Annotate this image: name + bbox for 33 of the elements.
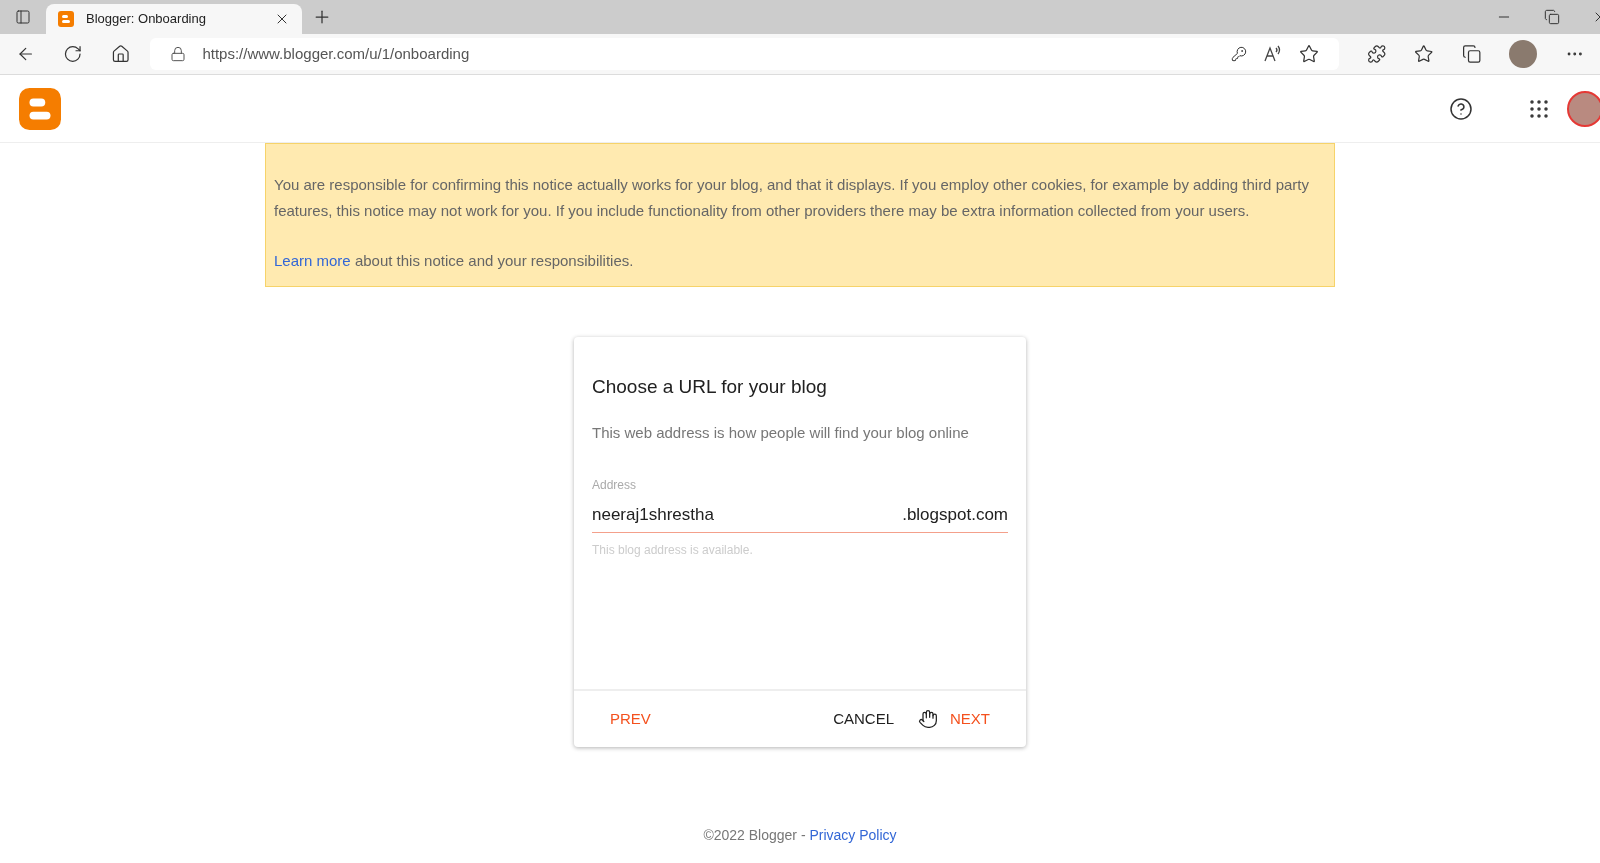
address-field[interactable]: neeraj1shrestha .blogspot.com xyxy=(592,502,1008,533)
copyright-text: ©2022 Blogger - xyxy=(703,827,806,843)
collections-icon[interactable] xyxy=(1461,44,1482,64)
dialog-button[interactable]: CANCEL xyxy=(821,699,906,739)
reload-icon[interactable] xyxy=(63,44,83,64)
favorite-icon[interactable] xyxy=(1298,44,1319,64)
extensions-icon[interactable] xyxy=(1366,44,1387,64)
help-icon[interactable] xyxy=(1449,96,1473,121)
restore-icon[interactable] xyxy=(1544,9,1560,25)
notice-text: You are responsible for confirming this notice actually works for your blog, and that it displays. If you employ other cookies, for example by adding third party features, this notice may not work for you. If you include functionality from other providers there may be extra information collected from your users. xyxy=(274,175,1310,221)
lock-icon xyxy=(170,46,187,62)
read-aloud-icon[interactable] xyxy=(1262,44,1283,64)
privacy-policy-link[interactable]: Privacy Policy xyxy=(809,827,897,843)
learn-more-link[interactable]: Learn more xyxy=(274,252,351,269)
profile-avatar[interactable] xyxy=(1509,40,1537,68)
blogger-logo-icon[interactable] xyxy=(19,87,61,130)
account-avatar[interactable] xyxy=(1567,90,1600,127)
key-icon[interactable] xyxy=(1230,46,1247,62)
domain-suffix: .blogspot.com xyxy=(902,504,1008,526)
home-icon[interactable] xyxy=(110,44,131,64)
hand-cursor-icon xyxy=(918,709,938,729)
tab-actions-icon[interactable] xyxy=(15,9,31,25)
field-label: Address xyxy=(592,477,638,494)
url-text: https://www.blogger.com/u/1/onboarding xyxy=(202,43,471,64)
tab-title: Blogger: Onboarding xyxy=(86,10,207,29)
dialog-title: Choose a URL for your blog xyxy=(592,375,828,399)
address-bar[interactable]: https://www.blogger.com/u/1/onboarding xyxy=(150,38,1339,70)
field-value: neeraj1shrestha xyxy=(592,504,715,526)
browser-tab[interactable]: Blogger: Onboarding xyxy=(46,4,302,34)
favorites-icon[interactable] xyxy=(1414,44,1434,64)
dialog-subtitle: This web address is how people will find your blog online xyxy=(592,422,970,443)
notice-text: about this notice and your responsibilities. xyxy=(354,252,634,269)
blogger-logo-icon xyxy=(58,11,74,27)
